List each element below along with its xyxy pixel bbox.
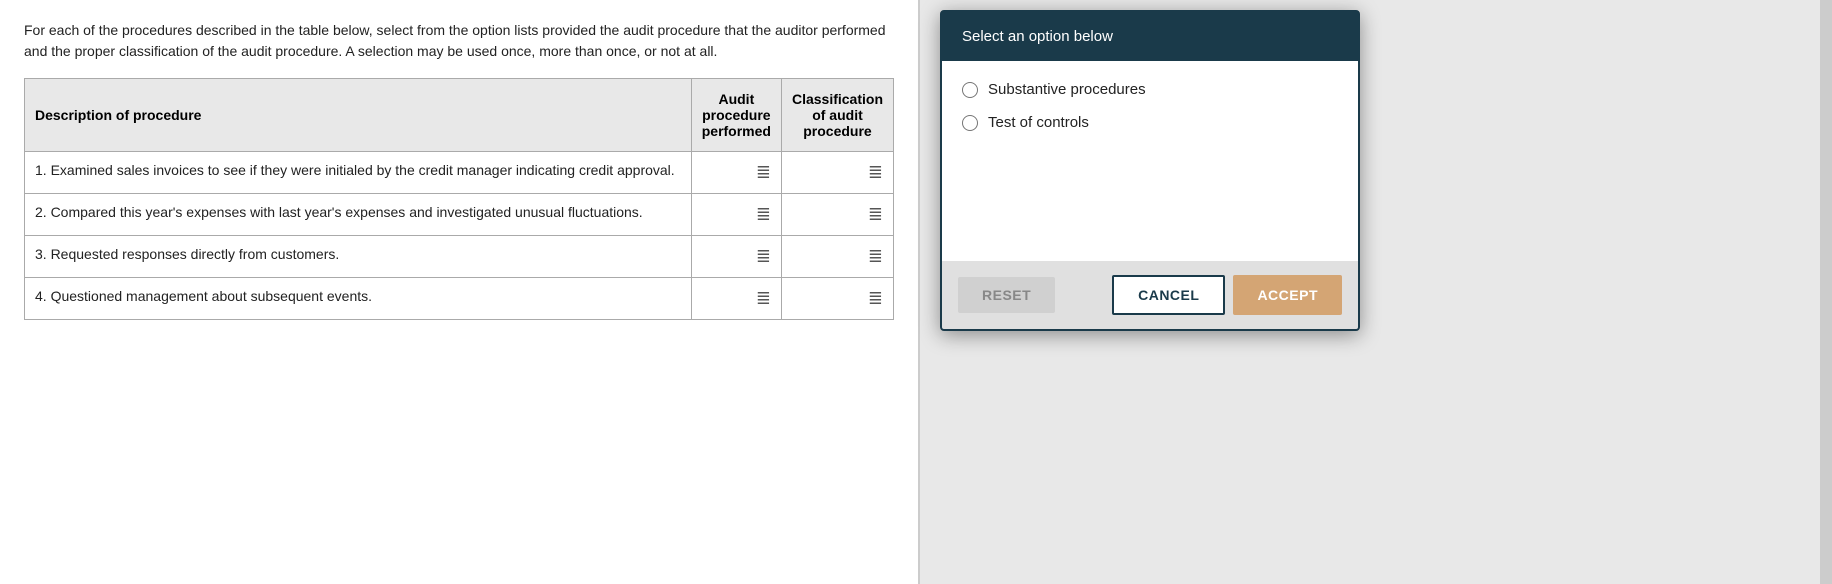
left-panel: For each of the procedures described in … [0, 0, 920, 584]
procedure-dropdown-icon[interactable]: ≣ [756, 246, 771, 267]
classification-dropdown-icon[interactable]: ≣ [868, 162, 883, 183]
table-row: 4. Questioned management about subsequen… [25, 278, 894, 320]
radio-test-of-controls[interactable] [962, 115, 978, 131]
cell-classification-icon[interactable]: ≣ [781, 236, 893, 278]
cell-classification-icon[interactable]: ≣ [781, 152, 893, 194]
right-panel: Select an option below Substantive proce… [920, 0, 1832, 584]
table-row: 3. Requested responses directly from cus… [25, 236, 894, 278]
cancel-button[interactable]: CANCEL [1112, 275, 1225, 315]
scrollbar[interactable] [1820, 0, 1832, 584]
classification-dropdown-icon[interactable]: ≣ [868, 204, 883, 225]
cell-description: 3. Requested responses directly from cus… [25, 236, 692, 278]
cell-description: 1. Examined sales invoices to see if the… [25, 152, 692, 194]
procedure-dropdown-icon[interactable]: ≣ [756, 288, 771, 309]
cell-description: 2. Compared this year's expenses with la… [25, 194, 692, 236]
table-row: 2. Compared this year's expenses with la… [25, 194, 894, 236]
procedure-dropdown-icon[interactable]: ≣ [756, 162, 771, 183]
intro-text: For each of the procedures described in … [24, 20, 894, 62]
accept-button[interactable]: ACCEPT [1233, 275, 1342, 315]
option-substantive-label: Substantive procedures [988, 81, 1146, 98]
cell-procedure-icon[interactable]: ≣ [691, 152, 781, 194]
reset-button[interactable]: RESET [958, 277, 1055, 313]
modal-header: Select an option below [942, 12, 1358, 61]
procedure-dropdown-icon[interactable]: ≣ [756, 204, 771, 225]
table-row: 1. Examined sales invoices to see if the… [25, 152, 894, 194]
radio-substantive[interactable] [962, 82, 978, 98]
procedures-table: Description of procedure Audit procedure… [24, 78, 894, 320]
col-header-classification: Classification of audit procedure [781, 79, 893, 152]
modal-body: Substantive procedures Test of controls [942, 61, 1358, 261]
cell-classification-icon[interactable]: ≣ [781, 278, 893, 320]
cell-description: 4. Questioned management about subsequen… [25, 278, 692, 320]
option-test-of-controls-label: Test of controls [988, 114, 1089, 131]
cell-procedure-icon[interactable]: ≣ [691, 236, 781, 278]
modal-dialog: Select an option below Substantive proce… [940, 10, 1360, 331]
option-substantive[interactable]: Substantive procedures [962, 81, 1338, 98]
option-test-of-controls[interactable]: Test of controls [962, 114, 1338, 131]
col-header-description: Description of procedure [25, 79, 692, 152]
classification-dropdown-icon[interactable]: ≣ [868, 288, 883, 309]
modal-footer: RESET CANCEL ACCEPT [942, 261, 1358, 329]
cell-procedure-icon[interactable]: ≣ [691, 194, 781, 236]
action-buttons: CANCEL ACCEPT [1112, 275, 1342, 315]
cell-classification-icon[interactable]: ≣ [781, 194, 893, 236]
modal-title: Select an option below [962, 28, 1113, 45]
classification-dropdown-icon[interactable]: ≣ [868, 246, 883, 267]
col-header-procedure: Audit procedure performed [691, 79, 781, 152]
cell-procedure-icon[interactable]: ≣ [691, 278, 781, 320]
